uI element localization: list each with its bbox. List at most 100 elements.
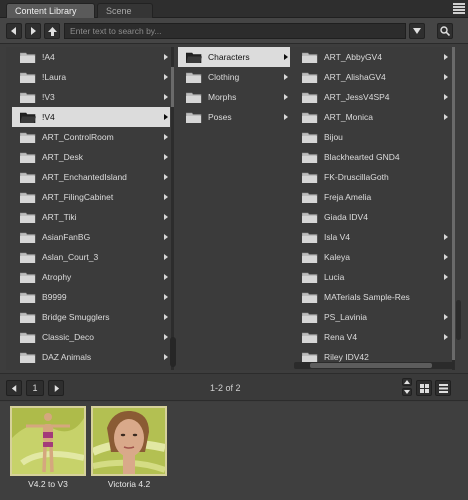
folder-item[interactable]: Blackhearted GND4 [294,147,450,167]
search-filter-button[interactable] [409,23,425,39]
folder-item[interactable]: Atrophy [12,267,170,287]
expand-arrow-icon[interactable] [164,314,168,320]
expand-arrow-icon[interactable] [444,74,448,80]
expand-arrow-icon[interactable] [444,234,448,240]
expand-arrow-icon[interactable] [444,254,448,260]
scrollbar-thumb[interactable] [452,47,455,360]
expand-arrow-icon[interactable] [164,174,168,180]
grid-icon [419,383,429,393]
expand-arrow-icon[interactable] [284,74,288,80]
folder-item[interactable]: ART_AlishaGV4 [294,67,450,87]
expand-arrow-icon[interactable] [164,194,168,200]
folder-item[interactable]: PS_Lavinia [294,307,450,327]
previous-page-button[interactable] [6,380,22,396]
expand-arrow-icon[interactable] [164,274,168,280]
expand-arrow-icon[interactable] [164,334,168,340]
folder-item[interactable]: MATerials Sample-Res [294,287,450,307]
folder-item[interactable]: Morphs [178,87,290,107]
folder-item[interactable]: ART_EnchantedIsland [12,167,170,187]
expand-arrow-icon[interactable] [164,154,168,160]
folder-icon [302,212,318,223]
search-input[interactable] [64,23,406,39]
scrollbar-thumb[interactable] [310,363,432,368]
folder-icon [302,132,318,143]
expand-arrow-icon[interactable] [284,94,288,100]
next-page-button[interactable] [48,380,64,396]
expand-arrow-icon[interactable] [284,114,288,120]
folder-item[interactable]: Characters [178,47,290,67]
folder-item[interactable]: Lucia [294,267,450,287]
panel-resize-handle[interactable] [456,300,461,340]
expand-arrow-icon[interactable] [164,94,168,100]
folder-item[interactable]: !V3 [12,87,170,107]
expand-arrow-icon[interactable] [444,274,448,280]
folder-item[interactable]: Bijou [294,127,450,147]
folder-item[interactable]: ART_ControlRoom [12,127,170,147]
folder-item[interactable]: Giada IDV4 [294,207,450,227]
folder-item-label: Blackhearted GND4 [324,152,400,162]
expand-arrow-icon[interactable] [164,134,168,140]
tab-scene[interactable]: Scene [97,3,153,18]
expand-arrow-icon[interactable] [164,234,168,240]
folder-item[interactable]: FK-DruscillaGoth [294,167,450,187]
expand-arrow-icon[interactable] [444,114,448,120]
thumbnail-item[interactable]: V4.2 to V3 [10,406,86,496]
folder-item[interactable]: ART_FilingCabinet [12,187,170,207]
up-button[interactable] [44,23,60,39]
folder-item[interactable]: ART_AbbyGV4 [294,47,450,67]
folder-item[interactable]: ART_Desk [12,147,170,167]
folder-item[interactable]: Poses [178,107,290,127]
folder-item[interactable]: ART_Monica [294,107,450,127]
tab-content-library[interactable]: Content Library [6,3,95,18]
folder-item[interactable]: B9999 [12,287,170,307]
page-number[interactable]: 1 [26,380,44,396]
expand-arrow-icon[interactable] [164,74,168,80]
folder-item[interactable]: Freja Amelia [294,187,450,207]
column-3-scrollbar[interactable] [452,47,455,370]
column-1-scrollbar[interactable] [171,47,174,370]
folder-item[interactable]: !A4 [12,47,170,67]
horizontal-scrollbar[interactable] [294,362,454,369]
folder-item[interactable]: ART_JessV4SP4 [294,87,450,107]
panel-menu-icon[interactable] [453,3,465,14]
expand-arrow-icon[interactable] [444,94,448,100]
column-splitter-handle[interactable] [170,337,176,367]
expand-arrow-icon[interactable] [444,314,448,320]
folder-item-label: ART_Desk [42,152,83,162]
folder-icon [302,92,318,103]
folder-item[interactable]: Clothing [178,67,290,87]
back-button[interactable] [6,23,22,39]
folder-item[interactable]: AsianFanBG [12,227,170,247]
expand-arrow-icon[interactable] [284,54,288,60]
expand-arrow-icon[interactable] [164,114,168,120]
folder-icon [20,212,36,223]
zoom-in-button[interactable] [402,378,412,386]
expand-arrow-icon[interactable] [164,354,168,360]
expand-arrow-icon[interactable] [164,54,168,60]
folder-item[interactable]: Isla V4 [294,227,450,247]
folder-item[interactable]: Classic_Deco [12,327,170,347]
folder-item[interactable]: DAZ Animals [12,347,170,367]
thumbnail-item[interactable]: Victoria 4.2 [91,406,167,496]
folder-item[interactable]: !V4 [12,107,170,127]
search-button[interactable] [437,23,453,39]
folder-item[interactable]: ART_Tiki [12,207,170,227]
folder-item[interactable]: Aslan_Court_3 [12,247,170,267]
folder-item[interactable]: Bridge Smugglers [12,307,170,327]
expand-arrow-icon[interactable] [164,254,168,260]
folder-item[interactable]: Rena V4 [294,327,450,347]
list-view-button[interactable] [435,380,451,396]
zoom-out-button[interactable] [402,388,412,396]
forward-button[interactable] [25,23,41,39]
folder-item-label: FK-DruscillaGoth [324,172,389,182]
expand-arrow-icon[interactable] [444,54,448,60]
expand-arrow-icon[interactable] [164,214,168,220]
icon-view-button[interactable] [416,380,432,396]
scrollbar-thumb[interactable] [171,67,174,107]
expand-arrow-icon[interactable] [164,294,168,300]
folder-item[interactable]: !Laura [12,67,170,87]
folder-icon [20,232,36,243]
folder-item[interactable]: Kaleya [294,247,450,267]
expand-arrow-icon[interactable] [444,334,448,340]
arrow-left-icon [11,384,16,392]
